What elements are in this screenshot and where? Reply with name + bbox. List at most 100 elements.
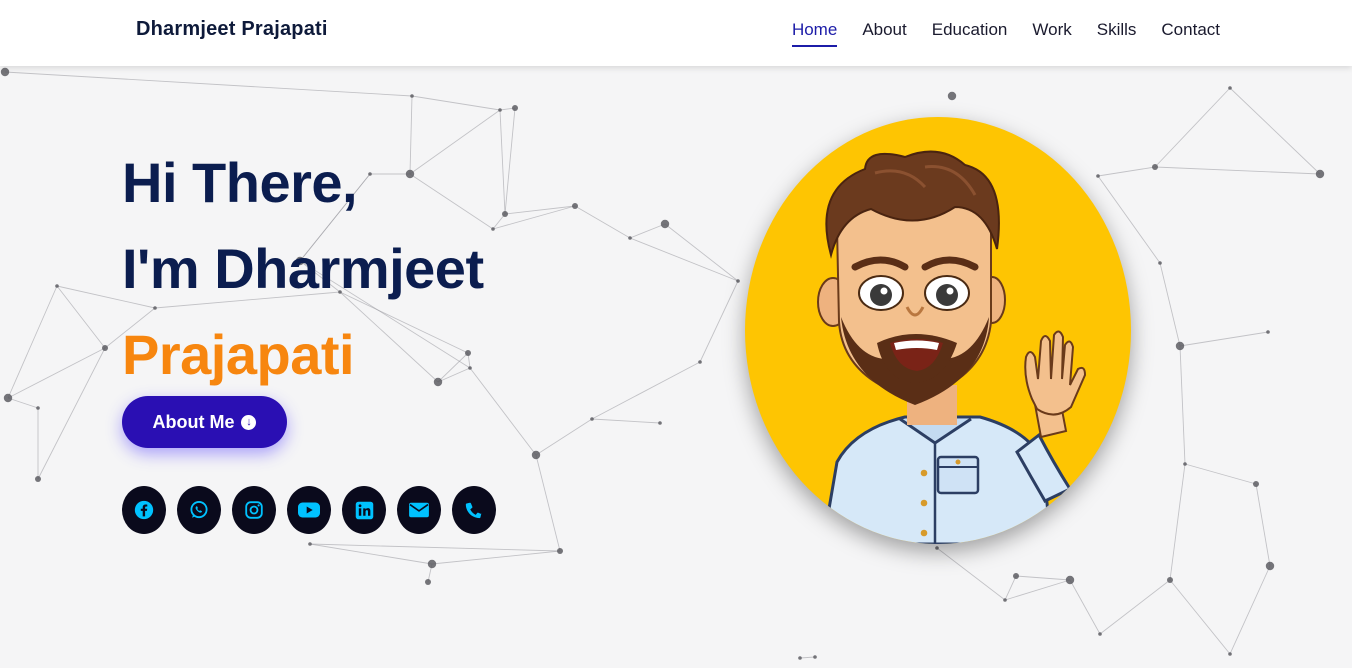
network-node [798,656,802,660]
network-edge [936,547,1006,601]
cartoon-avatar-illustration [817,150,1087,544]
network-edge [1069,579,1101,635]
nav-link-about[interactable]: About [862,20,906,46]
network-edge [37,347,106,480]
hero-intro: I'm Dharmjeet [122,237,484,300]
network-node [425,579,431,585]
network-edge [1004,575,1017,601]
nav-link-skills[interactable]: Skills [1097,20,1137,46]
arrow-down-circle-icon: ↓ [241,414,257,430]
network-node [935,546,939,550]
network-edge [411,95,501,111]
network-edge [1015,575,1071,581]
network-node [1152,164,1158,170]
network-node [1098,632,1102,636]
social-links [122,486,496,534]
network-node [512,105,518,111]
network-node [1158,261,1162,265]
network-node [0,67,10,77]
network-node [736,279,740,283]
network-edge [1179,345,1186,465]
network-edge [591,418,661,424]
envelope-icon[interactable] [397,486,441,534]
phone-icon[interactable] [452,486,496,534]
navbar: Dharmjeet Prajapati Home About Education… [0,0,1352,66]
network-edge [535,454,561,552]
network-node [1096,174,1100,178]
network-node [3,393,13,403]
network-edge [1184,463,1257,485]
network-node [55,284,59,288]
network-edge [1169,579,1231,655]
network-edge [1169,463,1186,581]
network-node [813,655,817,659]
network-edge [499,109,506,215]
nav-link-education[interactable]: Education [932,20,1008,46]
network-edge [7,285,58,399]
network-edge [664,223,739,282]
instagram-icon[interactable] [232,486,276,534]
network-node [590,417,594,421]
network-edge [1097,166,1156,177]
brand-name[interactable]: Dharmjeet Prajapati [136,18,328,41]
network-edge [7,347,106,399]
network-node [1183,462,1187,466]
network-node [308,542,312,546]
network-node [502,211,508,217]
network-edge [1154,87,1231,168]
network-node [498,108,502,112]
linkedin-icon[interactable] [342,486,386,534]
network-node [1228,86,1232,90]
network-node [1265,561,1275,571]
network-edge [699,280,739,363]
network-edge [504,205,576,215]
about-me-button-label: About Me [152,411,235,432]
network-node [1175,341,1185,351]
network-edge [535,418,593,456]
network-edge [1179,331,1269,347]
network-edge [591,361,701,420]
network-edge [7,397,39,409]
hero-surname: Prajapati [122,323,355,386]
network-node [410,94,414,98]
network-node [1065,575,1075,585]
network-node [698,360,702,364]
network-node [1003,598,1007,602]
network-node [557,548,563,554]
hero-greeting: Hi There, [122,151,358,214]
network-node [628,236,632,240]
nav-link-contact[interactable]: Contact [1161,20,1220,46]
network-edge [574,205,631,239]
network-node [572,203,578,209]
facebook-icon[interactable] [122,486,166,534]
network-node [36,406,40,410]
network-edge [1229,565,1271,655]
network-edge [1229,87,1321,175]
network-node [660,219,670,229]
network-node [491,227,495,231]
network-edge [1159,262,1181,347]
network-edge [4,71,413,97]
whatsapp-icon[interactable] [177,486,221,534]
network-node [1013,573,1019,579]
network-edge [1154,166,1321,175]
network-edge [1004,579,1071,601]
network-node [1266,330,1270,334]
hero-heading: Hi There, I'm Dharmjeet Prajapati [122,140,484,398]
network-node [102,345,108,351]
nav-link-work[interactable]: Work [1032,20,1071,46]
nav-links: Home About Education Work Skills Contact [791,20,1220,47]
network-edge [629,223,666,239]
network-node [1228,652,1232,656]
nav-link-home[interactable]: Home [791,20,838,47]
network-node [1253,481,1259,487]
youtube-icon[interactable] [287,486,331,534]
network-edge [504,107,516,215]
network-edge [1255,483,1271,567]
profile-avatar [745,117,1131,544]
about-me-button[interactable]: About Me ↓ [122,396,287,448]
network-node [1315,169,1325,179]
network-node [35,476,41,482]
network-node [658,421,662,425]
network-edge [431,550,561,565]
